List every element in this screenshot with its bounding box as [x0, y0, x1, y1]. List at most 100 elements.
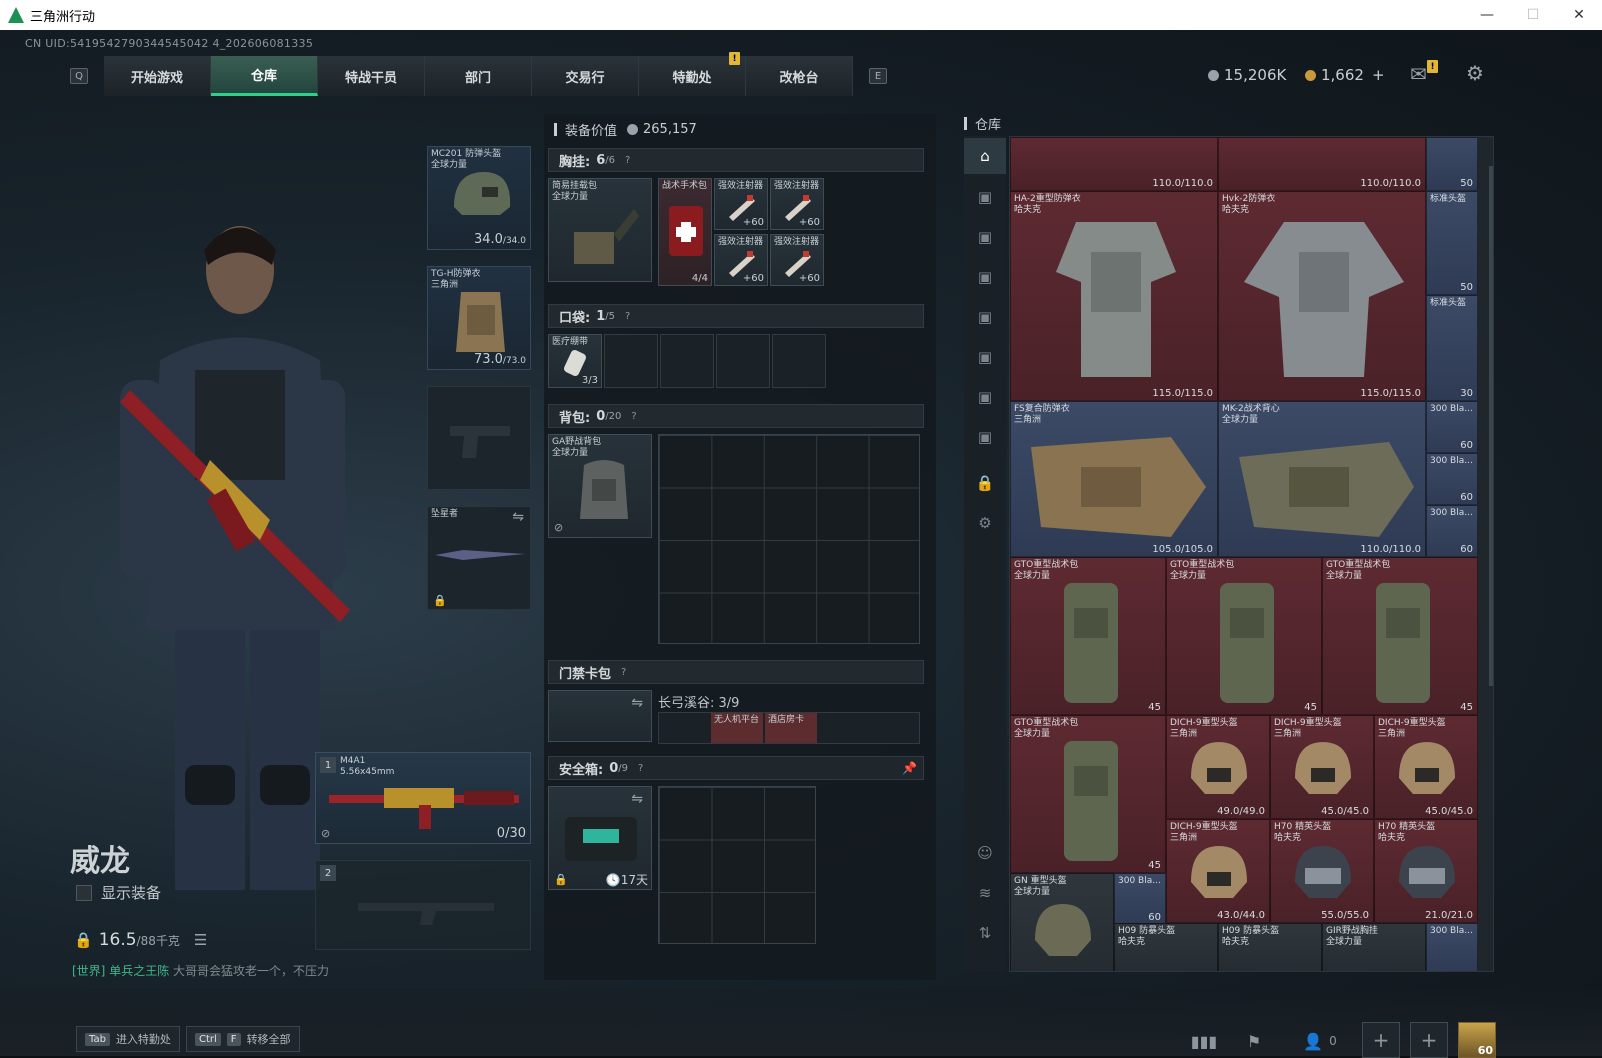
keycard-case-slot[interactable]: ⇋ — [548, 690, 652, 742]
keycard-help-icon[interactable]: ? — [621, 667, 626, 678]
next-tab-key-hint[interactable]: E — [869, 68, 887, 84]
sort-icon[interactable]: ⇅ — [972, 920, 998, 946]
pistol-slot[interactable] — [427, 386, 531, 490]
stash-item-dich9-helmet[interactable]: DICH-9重型头盔 三角洲 45.0/45.0 — [1270, 715, 1374, 819]
rig-item-injector-1[interactable]: 强效注射器 +60 — [714, 178, 768, 230]
storage-settings-icon[interactable]: ⚙ — [972, 510, 998, 536]
stash-item-h09-helmet[interactable]: H09 防暴头盔 哈夫克 — [1218, 923, 1322, 971]
stash-item-hvk2-armor[interactable]: Hvk-2防弹衣 哈夫克 115.0/115.0 — [1218, 191, 1426, 401]
stash-item-standard-helmet[interactable]: 标准头盔 30 — [1426, 295, 1478, 401]
enter-special-ops-button[interactable]: Tab 进入特勤处 — [76, 1026, 180, 1052]
stash-item-standard-helmet[interactable]: 标准头盔 50 — [1426, 191, 1478, 295]
stash-item-h70-helmet[interactable]: H70 精英头盔 哈夫克 21.0/21.0 — [1374, 819, 1478, 923]
backpack-grid[interactable] — [658, 434, 920, 644]
rig-item-injector-3[interactable]: 强效注射器 +60 — [714, 234, 768, 286]
stash-item-ammo[interactable]: 300 Bla... 60 — [1114, 873, 1166, 925]
pocket-slot-2[interactable] — [604, 334, 658, 388]
swap-safe-icon[interactable]: ⇋ — [631, 791, 643, 807]
rig-item-surgery-kit[interactable]: 战术手术包 4/4 — [658, 178, 712, 286]
stash-item-dich9-helmet[interactable]: DICH-9重型头盔 三角洲 45.0/45.0 — [1374, 715, 1478, 819]
stash-item-h70-helmet[interactable]: H70 精英头盔 哈夫克 55.0/55.0 — [1270, 819, 1374, 923]
warehouse-scrollbar[interactable] — [1489, 166, 1493, 686]
helmet-slot[interactable]: MC201 防弹头盔 全球力量 34.0/34.0 — [427, 146, 531, 250]
stash-item-gto-backpack[interactable]: GTO重型战术包 全球力量 45 — [1010, 715, 1166, 873]
keycard-drone-platform[interactable]: 无人机平台 — [711, 713, 763, 743]
storage-lock-icon[interactable]: 🔒 — [972, 470, 998, 496]
tab-gunsmith[interactable]: 改枪台 — [746, 56, 853, 96]
melee-slot[interactable]: 坠星者 ⇋ 🔒 — [427, 506, 531, 610]
maximize-button[interactable]: ☐ — [1510, 0, 1556, 30]
settings-gear-icon[interactable]: ⚙ — [1466, 61, 1484, 85]
stash-item-gto-backpack[interactable]: GTO重型战术包 全球力量 45 — [1010, 557, 1166, 715]
armor-slot[interactable]: TG-H防弹衣 三角洲 73.0/73.0 — [427, 266, 531, 370]
stash-item-ha2-armor[interactable]: HA-2重型防弹衣 哈夫克 115.0/115.0 — [1010, 191, 1218, 401]
stash-item-ammo[interactable]: 300 Bla... 60 — [1426, 505, 1478, 557]
pocket-slot-3[interactable] — [660, 334, 714, 388]
mail-icon[interactable]: ✉ — [1410, 62, 1427, 86]
stash-item[interactable]: 110.0/110.0 — [1218, 137, 1426, 191]
safe-box-slot[interactable]: ⇋ 🔒 🕓17天 — [548, 786, 652, 890]
stash-item[interactable]: 110.0/110.0 — [1010, 137, 1218, 191]
safe-box-grid[interactable] — [658, 786, 816, 944]
stash-item-mk2-vest[interactable]: MK-2战术背心 全球力量 110.0/110.0 — [1218, 401, 1426, 557]
stash-item-gn-helmet[interactable]: GN 重型头盔 全球力量 — [1010, 873, 1114, 971]
invite-slot-2-button[interactable]: + — [1410, 1022, 1448, 1058]
chest-rig-item[interactable]: 简易挂载包 全球力量 — [548, 178, 652, 282]
show-equipment-toggle[interactable]: 显示装备 — [76, 882, 161, 903]
backpack-slot[interactable]: GA野战背包 全球力量 ⊘ — [548, 434, 652, 538]
prev-tab-key-hint[interactable]: Q — [70, 68, 88, 84]
storage-tab-7-icon[interactable]: ▣ — [972, 424, 998, 450]
minimize-button[interactable]: — — [1464, 0, 1510, 30]
stash-item-gto-backpack[interactable]: GTO重型战术包 全球力量 45 — [1322, 557, 1478, 715]
primary-weapon-slot[interactable]: 1 M4A1 5.56x45mm ⊘ 0/30 — [315, 752, 531, 844]
safe-box-help-icon[interactable]: ? — [638, 763, 643, 774]
storage-tab-2-icon[interactable]: ▣ — [972, 224, 998, 250]
stash-item-dich9-helmet[interactable]: DICH-9重型头盔 三角洲 43.0/44.0 — [1166, 819, 1270, 923]
layers-icon[interactable]: ≋ — [972, 880, 998, 906]
flag-icon[interactable]: ⚑ — [1232, 1026, 1276, 1056]
stash-item-h09-helmet[interactable]: H09 防暴头盔 哈夫克 — [1114, 923, 1218, 971]
stash-item-fs-armor[interactable]: FS复合防弹衣 三角洲 105.0/105.0 — [1010, 401, 1218, 557]
stash-item-ammo[interactable]: 300 Bla... 60 — [1426, 453, 1478, 505]
secondary-weapon-slot[interactable]: 2 — [315, 860, 531, 950]
rig-item-injector-4[interactable]: 强效注射器 +60 — [770, 234, 824, 286]
pocket-slot-4[interactable] — [716, 334, 770, 388]
show-equipment-checkbox[interactable] — [76, 884, 92, 901]
storage-tab-1-icon[interactable]: ▣ — [972, 184, 998, 210]
tab-operators[interactable]: 特战干员 — [318, 56, 425, 96]
backpack-help-icon[interactable]: ? — [631, 411, 636, 422]
warehouse-home-icon[interactable]: ⌂ — [964, 138, 1006, 174]
storage-tab-6-icon[interactable]: ▣ — [972, 384, 998, 410]
stats-chart-icon[interactable]: ▮▮▮ — [1182, 1026, 1226, 1056]
keycard-hotel-room[interactable]: 酒店房卡 — [765, 713, 817, 743]
operator-storage-icon[interactable]: ☺ — [972, 840, 998, 866]
invite-slot-1-button[interactable]: + — [1362, 1022, 1400, 1058]
stash-item-gto-backpack[interactable]: GTO重型战术包 全球力量 45 — [1166, 557, 1322, 715]
warehouse-grid[interactable]: 110.0/110.0 110.0/110.0 50 HA-2重型防弹衣 哈夫克 … — [1009, 136, 1494, 972]
pin-icon[interactable]: 📌 — [902, 761, 917, 775]
chest-rig-help-icon[interactable]: ? — [625, 155, 630, 166]
add-currency-button[interactable]: + — [1372, 66, 1385, 84]
stash-item-ammo[interactable]: 300 Bla... — [1426, 923, 1478, 971]
rig-item-injector-2[interactable]: 强效注射器 +60 — [770, 178, 824, 230]
stash-item[interactable]: 50 — [1426, 137, 1478, 191]
stash-item-dich9-helmet[interactable]: DICH-9重型头盔 三角洲 49.0/49.0 — [1166, 715, 1270, 819]
swap-keycard-icon[interactable]: ⇋ — [631, 695, 643, 711]
player-avatar[interactable]: 60 — [1458, 1022, 1496, 1058]
close-button[interactable]: ✕ — [1556, 0, 1602, 30]
stash-item-gir-rig[interactable]: GIR野战胸挂 全球力量 — [1322, 923, 1426, 971]
pocket-slot-5[interactable] — [772, 334, 826, 388]
transfer-all-button[interactable]: Ctrl F 转移全部 — [186, 1026, 300, 1052]
friends-button[interactable]: 👤 0 — [1290, 1026, 1350, 1056]
stash-item-ammo[interactable]: 300 Bla... 60 — [1426, 401, 1478, 453]
weight-detail-icon[interactable]: ☰ — [194, 931, 207, 949]
tab-warehouse[interactable]: 仓库 — [211, 56, 318, 96]
tab-trading[interactable]: 交易行 — [532, 56, 639, 96]
pocket-slot-1[interactable]: 医疗绷带 3/3 — [548, 334, 602, 388]
swap-melee-icon[interactable]: ⇋ — [512, 509, 524, 525]
world-chat-line[interactable]: [世界] 单兵之王陈 大哥哥会猛攻老一个，不压力 — [72, 962, 329, 979]
tab-department[interactable]: 部门 — [425, 56, 532, 96]
tab-start-game[interactable]: 开始游戏 — [104, 56, 211, 96]
storage-tab-3-icon[interactable]: ▣ — [972, 264, 998, 290]
storage-tab-4-icon[interactable]: ▣ — [972, 304, 998, 330]
